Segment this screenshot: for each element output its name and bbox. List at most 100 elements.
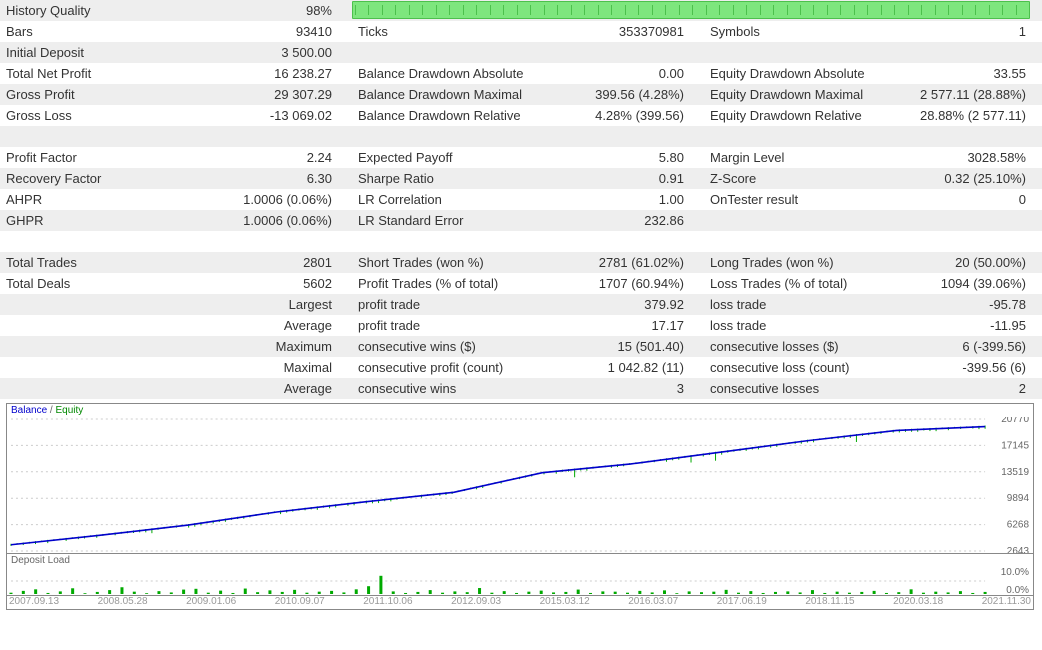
stat-value: 2.24: [180, 147, 340, 168]
gap: [692, 168, 704, 189]
stat-value: 3 500.00: [180, 42, 340, 63]
svg-text:2643: 2643: [1007, 546, 1030, 553]
stat-row: [0, 126, 1042, 147]
stat-row: Averageprofit trade17.17loss trade-11.95: [0, 315, 1042, 336]
stat-row: Bars93410Ticks353370981Symbols1: [0, 21, 1042, 42]
stat-value: 4.28% (399.56): [552, 105, 692, 126]
stat-label: Sharpe Ratio: [352, 168, 552, 189]
stat-label: [0, 336, 180, 357]
stat-label: Recovery Factor: [0, 168, 180, 189]
stat-value: [904, 210, 1034, 231]
gap: [340, 21, 352, 42]
stat-value: 399.56 (4.28%): [552, 84, 692, 105]
stat-value: 1094 (39.06%): [904, 273, 1034, 294]
stat-label: consecutive wins: [352, 378, 552, 399]
stat-value: [904, 42, 1034, 63]
chart-x-axis: 2007.09.132008.05.282009.01.062010.09.07…: [7, 595, 1033, 609]
stat-row: GHPR1.0006 (0.06%)LR Standard Error232.8…: [0, 210, 1042, 231]
x-tick: 2018.11.15: [805, 596, 854, 607]
stat-label: GHPR: [0, 210, 180, 231]
stat-label: consecutive wins ($): [352, 336, 552, 357]
stat-label: Initial Deposit: [0, 42, 180, 63]
stat-value: 17.17: [552, 315, 692, 336]
stat-label: Profit Trades (% of total): [352, 273, 552, 294]
stat-value: Maximal: [180, 357, 340, 378]
gap: [692, 84, 704, 105]
stat-value: 6.30: [180, 168, 340, 189]
stat-label: AHPR: [0, 189, 180, 210]
stat-value: [552, 42, 692, 63]
stat-value: 353370981: [552, 21, 692, 42]
gap: [340, 42, 352, 63]
stat-value: Average: [180, 315, 340, 336]
stat-value: 15 (501.40): [552, 336, 692, 357]
x-tick: 2008.05.28: [98, 596, 148, 607]
stat-label: consecutive profit (count): [352, 357, 552, 378]
x-tick: 2021.11.30: [982, 596, 1031, 607]
stat-value: 1.0006 (0.06%): [180, 189, 340, 210]
stat-value: 0.91: [552, 168, 692, 189]
stat-label: Equity Drawdown Absolute: [704, 63, 904, 84]
gap: [340, 63, 352, 84]
stat-value: 33.55: [904, 63, 1034, 84]
stat-label: Equity Drawdown Relative: [704, 105, 904, 126]
stat-label: Bars: [0, 21, 180, 42]
stat-row: Gross Loss-13 069.02Balance Drawdown Rel…: [0, 105, 1042, 126]
stat-value: 28.88% (2 577.11): [904, 105, 1034, 126]
stat-label: Total Deals: [0, 273, 180, 294]
x-tick: 2016.03.07: [628, 596, 678, 607]
stat-label: Gross Profit: [0, 84, 180, 105]
deposit-load-plot: 10.0% 0.0%: [7, 567, 1033, 595]
gap: [340, 252, 352, 273]
stat-label: consecutive losses ($): [704, 336, 904, 357]
svg-text:13519: 13519: [1001, 467, 1029, 478]
gap: [340, 0, 352, 21]
stat-label: consecutive losses: [704, 378, 904, 399]
stat-label: [0, 378, 180, 399]
x-tick: 2020.03.18: [893, 596, 943, 607]
balance-equity-plot: 207701714513519989462682643: [7, 417, 1033, 553]
stat-value: 1707 (60.94%): [552, 273, 692, 294]
stat-label: Margin Level: [704, 147, 904, 168]
gap: [340, 105, 352, 126]
gap: [340, 210, 352, 231]
gap: [692, 315, 704, 336]
gap: [692, 273, 704, 294]
x-tick: 2015.03.12: [540, 596, 590, 607]
gap: [692, 189, 704, 210]
gap: [340, 378, 352, 399]
stat-row: Total Trades2801Short Trades (won %)2781…: [0, 252, 1042, 273]
stat-label: profit trade: [352, 294, 552, 315]
stat-row: Recovery Factor6.30Sharpe Ratio0.91Z-Sco…: [0, 168, 1042, 189]
stat-label: loss trade: [704, 294, 904, 315]
stat-value: 3: [552, 378, 692, 399]
stat-label: Short Trades (won %): [352, 252, 552, 273]
stat-value: Average: [180, 378, 340, 399]
stat-label: Equity Drawdown Maximal: [704, 84, 904, 105]
gap: [340, 336, 352, 357]
stat-value: Maximum: [180, 336, 340, 357]
stat-label: Balance Drawdown Maximal: [352, 84, 552, 105]
svg-text:10.0%: 10.0%: [1001, 567, 1029, 578]
stat-value: 3028.58%: [904, 147, 1034, 168]
deposit-load-label: Deposit Load: [7, 553, 1033, 567]
gap: [340, 147, 352, 168]
stat-label: Total Net Profit: [0, 63, 180, 84]
stat-value: 1: [904, 21, 1034, 42]
stat-label: [0, 357, 180, 378]
stat-label: History Quality: [0, 0, 180, 21]
stat-value: 16 238.27: [180, 63, 340, 84]
equity-chart: Balance / Equity 20770171451351998946268…: [6, 403, 1034, 610]
stat-value: 0.00: [552, 63, 692, 84]
gap: [692, 294, 704, 315]
svg-text:0.0%: 0.0%: [1006, 585, 1029, 595]
stat-label: Balance Drawdown Absolute: [352, 63, 552, 84]
stat-value: -13 069.02: [180, 105, 340, 126]
stat-value: 0.32 (25.10%): [904, 168, 1034, 189]
chart-legend: Balance / Equity: [7, 404, 1033, 417]
stat-label: Gross Loss: [0, 105, 180, 126]
stat-row: [0, 231, 1042, 252]
stat-value: 2: [904, 378, 1034, 399]
gap: [692, 378, 704, 399]
x-tick: 2010.09.07: [275, 596, 325, 607]
